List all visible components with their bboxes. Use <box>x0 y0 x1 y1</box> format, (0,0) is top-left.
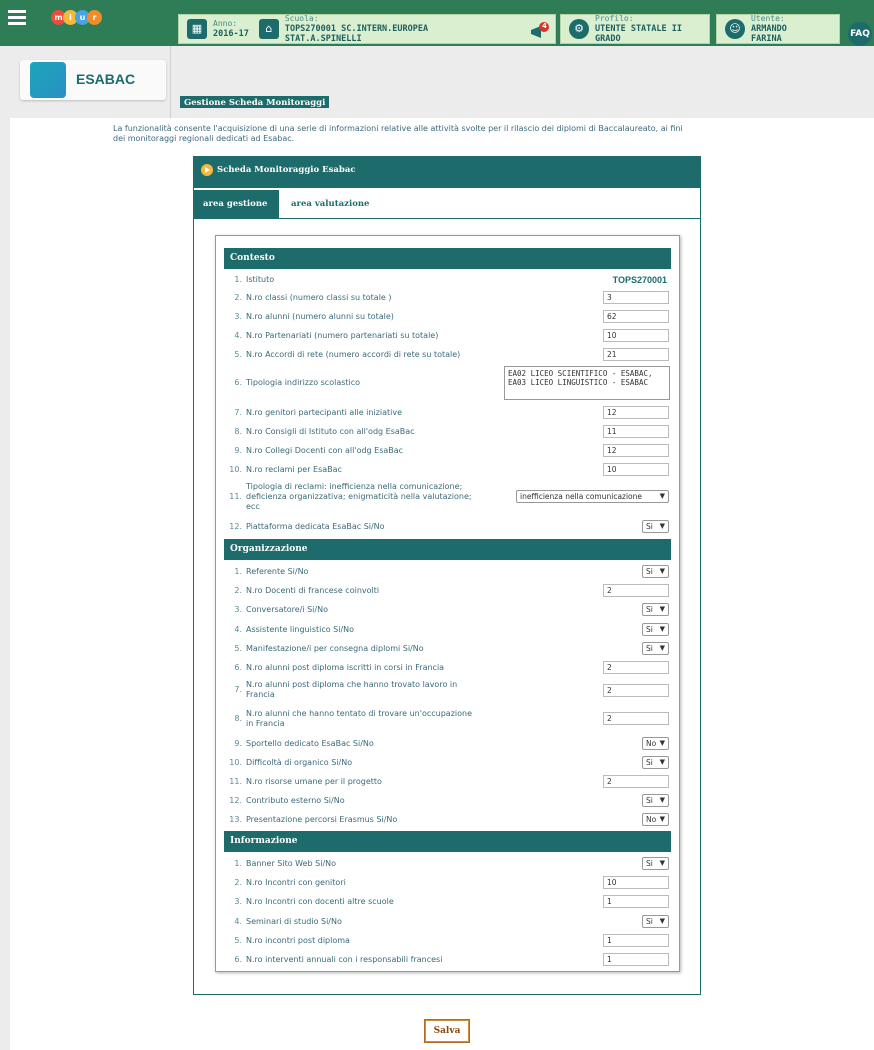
section-informazione: Informazione <box>224 831 671 852</box>
docenti-francese-input[interactable]: 2 <box>603 584 669 597</box>
organico-select[interactable]: Si ▼ <box>642 756 669 769</box>
collegi-input[interactable]: 12 <box>603 444 669 457</box>
esabac-logo[interactable]: ESABAC <box>20 60 166 100</box>
profilo-value: UTENTE STATALE II <box>595 24 682 34</box>
miur-logo: m i u r <box>51 10 102 25</box>
utente-block: ☺ Utente: ARMANDO FARINA <box>725 14 787 44</box>
conversatore-select[interactable]: Si ▼ <box>642 603 669 616</box>
tipologia-textarea[interactable]: EA02 LICEO SCIENTIFICO - ESABAC, EA03 LI… <box>504 366 670 400</box>
tipologia-reclami-select[interactable]: inefficienza nella comunicazione ▼ <box>516 490 669 503</box>
user-panel: ☺ Utente: ARMANDO FARINA <box>716 14 840 44</box>
anno-block: ▦ Anno: 2016-17 <box>187 19 249 39</box>
scuola-label: Scuola: <box>284 14 319 23</box>
profilo-block: ⚙ Profilo: UTENTE STATALE II GRADO <box>569 14 682 44</box>
save-button[interactable]: Salva <box>425 1020 469 1042</box>
profile-panel: ⚙ Profilo: UTENTE STATALE II GRADO <box>560 14 710 44</box>
chevron-down-icon: ▼ <box>659 644 665 652</box>
scuola-value: TOPS270001 SC.INTERN.EUROPEA <box>284 24 429 34</box>
menu-icon[interactable] <box>8 10 26 25</box>
faq-button[interactable]: FAQ <box>848 22 872 46</box>
incontri-genitori-input[interactable]: 10 <box>603 876 669 889</box>
tab-area-gestione[interactable]: area gestione <box>193 190 279 218</box>
accordi-input[interactable]: 21 <box>603 348 669 361</box>
school-icon: ⌂ <box>258 19 279 39</box>
card-title: Scheda Monitoraggio Esabac <box>217 165 356 175</box>
notifications-icon[interactable]: 4 <box>528 22 552 42</box>
chevron-down-icon: ▼ <box>659 605 665 613</box>
chevron-down-icon: ▼ <box>659 796 665 804</box>
manifestazione-select[interactable]: Si ▼ <box>642 642 669 655</box>
anno-value: 2016-17 <box>213 29 249 39</box>
breadcrumb[interactable]: Gestione Scheda Monitoraggi <box>180 96 330 108</box>
incontri-post-diploma-input[interactable]: 1 <box>603 934 669 947</box>
chevron-down-icon: ▼ <box>659 567 665 575</box>
section-organizzazione: Organizzazione <box>224 539 671 560</box>
section-contesto: Contesto <box>224 248 671 269</box>
istituto-value: TOPS270001 <box>612 275 667 285</box>
esabac-icon <box>30 62 66 98</box>
chevron-down-icon: ▼ <box>659 492 665 500</box>
alunni-lavoro-francia-input[interactable]: 2 <box>603 684 669 697</box>
genitori-input[interactable]: 12 <box>603 406 669 419</box>
scuola-block: ⌂ Scuola: TOPS270001 SC.INTERN.EUROPEA S… <box>258 14 429 44</box>
chevron-down-icon: ▼ <box>659 917 665 925</box>
referente-select[interactable]: Si ▼ <box>642 565 669 578</box>
profilo-value-2: GRADO <box>595 34 621 44</box>
utente-label: Utente: <box>751 14 785 23</box>
utente-value: ARMANDO <box>751 24 787 34</box>
header-divider <box>170 46 171 122</box>
scuola-value-2: STAT.A.SPINELLI <box>284 34 362 44</box>
notification-count: 4 <box>542 22 547 30</box>
profile-icon: ⚙ <box>569 19 589 39</box>
partenariati-input[interactable]: 10 <box>603 329 669 342</box>
user-icon: ☺ <box>725 19 745 39</box>
calendar-icon: ▦ <box>187 19 207 39</box>
tab-underline <box>193 218 701 219</box>
reclami-input[interactable]: 10 <box>603 463 669 476</box>
banner-select[interactable]: Si ▼ <box>642 857 669 870</box>
tab-area-valutazione[interactable]: area valutazione <box>281 190 379 218</box>
assistente-select[interactable]: Si ▼ <box>642 623 669 636</box>
anno-label: Anno: <box>213 19 238 28</box>
risorse-umane-input[interactable]: 2 <box>603 775 669 788</box>
alunni-input[interactable]: 62 <box>603 310 669 323</box>
utente-value-2: FARINA <box>751 34 782 44</box>
intro-text: La funzionalità consente l'acquisizione … <box>113 124 683 143</box>
chevron-down-icon: ▼ <box>659 739 665 747</box>
erasmus-select[interactable]: No ▼ <box>642 813 669 826</box>
chevron-down-icon: ▼ <box>659 815 665 823</box>
chevron-down-icon: ▼ <box>659 758 665 766</box>
classi-input[interactable]: 3 <box>603 291 669 304</box>
app-name: ESABAC <box>76 71 136 87</box>
seminari-select[interactable]: Si ▼ <box>642 915 669 928</box>
sportello-select[interactable]: No ▼ <box>642 737 669 750</box>
play-icon <box>201 164 213 176</box>
interventi-francesi-input[interactable]: 1 <box>603 953 669 966</box>
alunni-corsi-francia-input[interactable]: 2 <box>603 661 669 674</box>
school-panel: ▦ Anno: 2016-17 ⌂ Scuola: TOPS270001 SC.… <box>178 14 556 44</box>
incontri-docenti-input[interactable]: 1 <box>603 895 669 908</box>
piattaforma-select[interactable]: Si ▼ <box>642 520 669 533</box>
alunni-occupazione-input[interactable]: 2 <box>603 712 669 725</box>
chevron-down-icon: ▼ <box>659 625 665 633</box>
profilo-label: Profilo: <box>595 14 634 23</box>
contributo-select[interactable]: Si ▼ <box>642 794 669 807</box>
chevron-down-icon: ▼ <box>659 859 665 867</box>
chevron-down-icon: ▼ <box>659 522 665 530</box>
tab-bar: area gestione area valutazione <box>193 190 701 218</box>
card-header: Scheda Monitoraggio Esabac <box>193 156 701 187</box>
consigli-input[interactable]: 11 <box>603 425 669 438</box>
